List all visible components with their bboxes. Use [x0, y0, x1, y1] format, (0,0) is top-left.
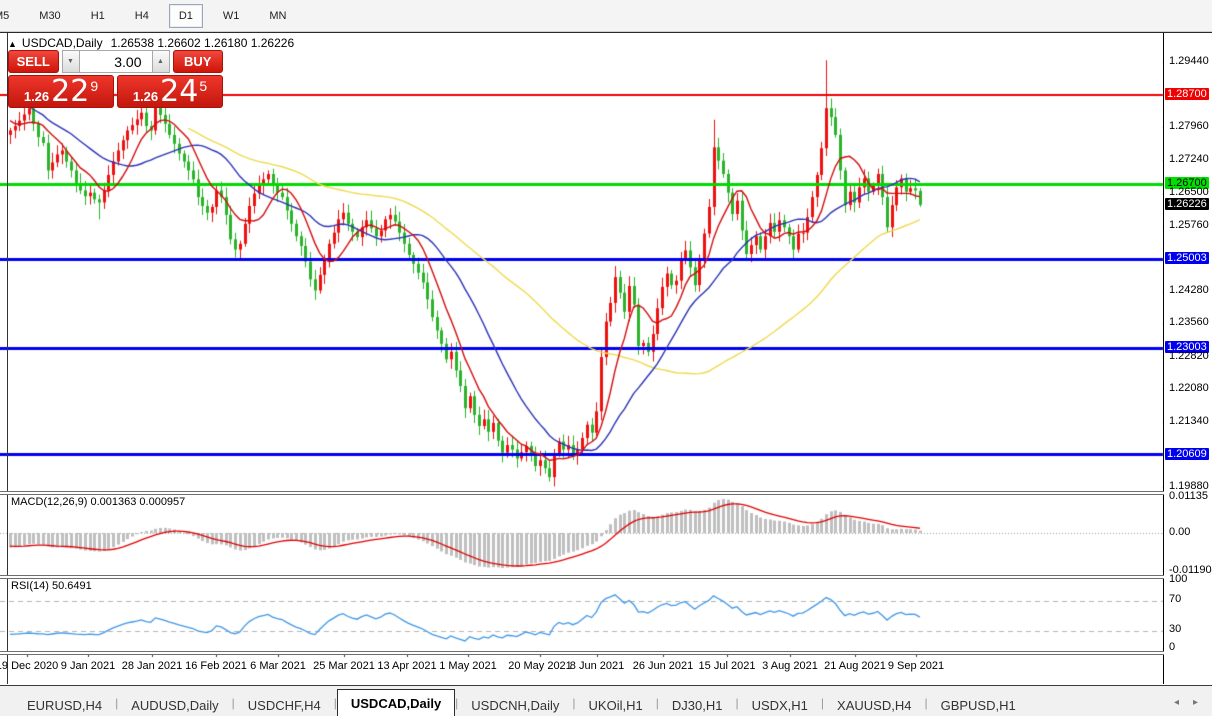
volume-increase-button[interactable]: ▲: [152, 50, 170, 73]
chart-tab-xauusd-h4[interactable]: XAUUSD,H4: [824, 693, 924, 716]
chart-tab-dj30-h1[interactable]: DJ30,H1: [659, 693, 736, 716]
rsi-tick-label: 70: [1169, 593, 1181, 605]
price-level-badge: 1.25003: [1165, 252, 1209, 264]
price-level-badge: 1.20609: [1165, 448, 1209, 460]
chart-tab-eurusd-h4[interactable]: EURUSD,H4: [14, 693, 115, 716]
timeframe-button-d1[interactable]: D1: [169, 4, 203, 28]
chart-symbol-period: USDCAD,Daily: [22, 36, 103, 50]
price-tick-label: 1.27960: [1169, 120, 1209, 132]
chart-tab-audusd-daily[interactable]: AUDUSD,Daily: [118, 693, 231, 716]
rsi-panel-splitter[interactable]: [0, 575, 1212, 579]
sell-price-box[interactable]: 1.26 22 9: [8, 75, 114, 108]
buy-price-prefix: 1.26: [133, 89, 158, 104]
chart-tab-bar: EURUSD,H4|AUDUSD,Daily|USDCHF,H4|USDCAD,…: [0, 685, 1212, 716]
collapse-triangle-icon[interactable]: ▲: [8, 39, 17, 49]
macd-panel-splitter[interactable]: [0, 491, 1212, 495]
timeframe-button-m5[interactable]: M5: [0, 4, 19, 28]
chart-tab-usdcad-daily[interactable]: USDCAD,Daily: [337, 689, 455, 716]
one-click-trading-panel: SELL ▼ ▲ BUY 1.26 22 9 1.26 24 5: [8, 50, 223, 108]
macd-indicator-label: MACD(12,26,9) 0.001363 0.000957: [11, 496, 185, 508]
chart-tab-gbpusd-h1[interactable]: GBPUSD,H1: [928, 693, 1029, 716]
timeframe-button-h4[interactable]: H4: [125, 4, 159, 28]
buy-price-box[interactable]: 1.26 24 5: [117, 75, 223, 108]
price-tick-label: 1.22080: [1169, 382, 1209, 394]
volume-decrease-button[interactable]: ▼: [62, 50, 80, 73]
trading-terminal-window: M5 M30 H1 H4 D1 W1 MN ▲ USDCAD,Daily 1.26538 1.2…: [0, 0, 1212, 716]
price-tick-label: 1.26500: [1169, 186, 1209, 198]
chart-left-border: [7, 33, 8, 684]
rsi-tick-label: 0: [1169, 641, 1175, 653]
volume-input[interactable]: [80, 50, 152, 73]
sell-price-main: 22: [51, 77, 89, 107]
sell-button[interactable]: SELL: [8, 50, 59, 73]
price-level-badge: 1.26226: [1165, 198, 1209, 210]
chart-tabs: EURUSD,H4|AUDUSD,Daily|USDCHF,H4|USDCAD,…: [0, 686, 1174, 716]
timeframe-toolbar: M5 M30 H1 H4 D1 W1 MN: [0, 0, 1212, 32]
macd-tick-label: 0.01135: [1169, 490, 1208, 502]
timeframe-button-mn[interactable]: MN: [259, 4, 296, 28]
tab-scroll-right-icon[interactable]: ▸: [1193, 697, 1198, 708]
timeframe-button-h1[interactable]: H1: [81, 4, 115, 28]
rsi-tick-label: 30: [1169, 623, 1181, 635]
chart-ohlc-values: 1.26538 1.26602 1.26180 1.26226: [111, 36, 295, 50]
tab-scroll-left-icon[interactable]: ◂: [1174, 697, 1179, 708]
rsi-indicator-label: RSI(14) 50.6491: [11, 580, 92, 592]
date-axis-splitter: [0, 651, 1212, 655]
price-tick-label: 1.29440: [1169, 55, 1209, 67]
chart-tab-usdcnh-daily[interactable]: USDCNH,Daily: [458, 693, 572, 716]
chart-tab-usdx-h1[interactable]: USDX,H1: [739, 693, 821, 716]
price-axis: 1.294401.287001.279601.272401.267001.265…: [1164, 33, 1212, 684]
price-level-badge: 1.28700: [1165, 88, 1209, 100]
chart-tab-ukoil-h1[interactable]: UKOil,H1: [576, 693, 656, 716]
rsi-tick-label: 100: [1169, 573, 1187, 585]
price-tick-label: 1.25760: [1169, 219, 1209, 231]
chart-tab-usdchf-h4[interactable]: USDCHF,H4: [235, 693, 334, 716]
price-tick-label: 1.21340: [1169, 415, 1209, 427]
price-tick-label: 1.22820: [1169, 350, 1209, 362]
timeframe-button-m30[interactable]: M30: [29, 4, 70, 28]
macd-tick-label: 0.00: [1169, 526, 1190, 538]
buy-price-main: 24: [160, 77, 198, 107]
price-tick-label: 1.24280: [1169, 284, 1209, 296]
sell-price-pip: 9: [90, 78, 98, 94]
buy-price-pip: 5: [199, 78, 207, 94]
chart-title: ▲ USDCAD,Daily 1.26538 1.26602 1.26180 1.2…: [8, 36, 294, 50]
price-tick-label: 1.23560: [1169, 316, 1209, 328]
buy-button[interactable]: BUY: [173, 50, 224, 73]
sell-price-prefix: 1.26: [24, 89, 49, 104]
timeframe-button-w1[interactable]: W1: [213, 4, 250, 28]
price-tick-label: 1.27240: [1169, 153, 1209, 165]
